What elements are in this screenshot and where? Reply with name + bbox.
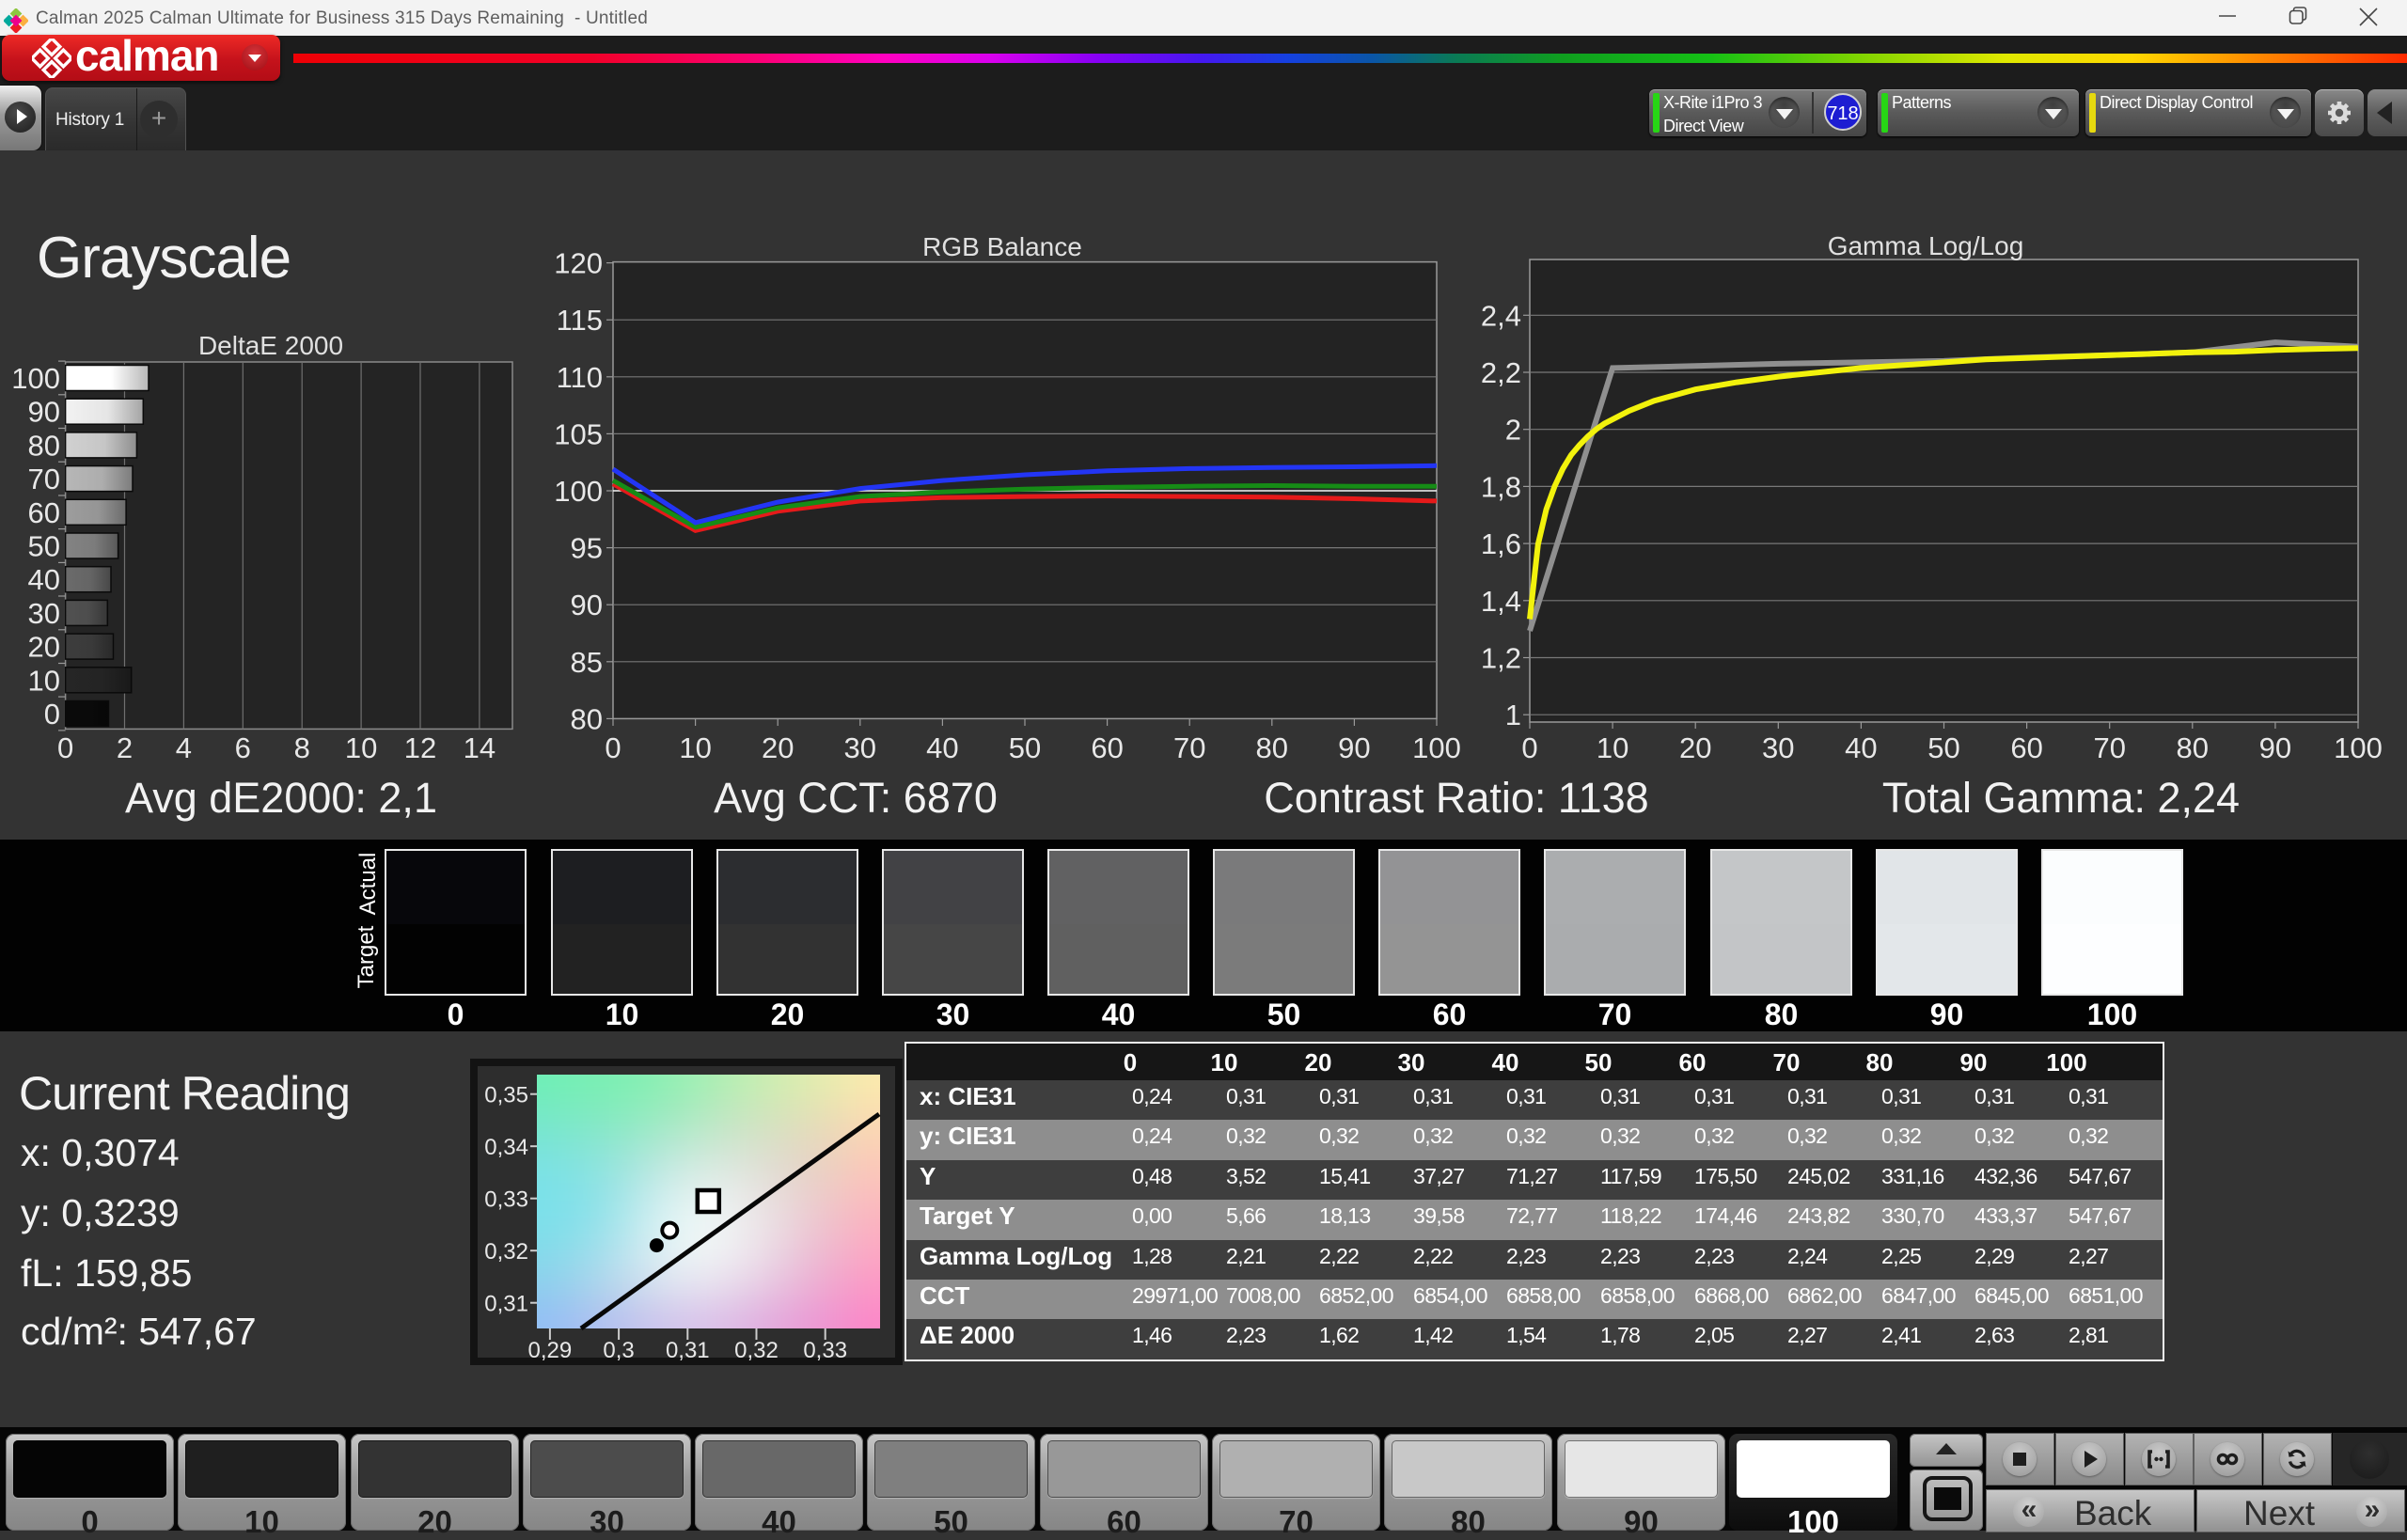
svg-text:0,32: 0,32	[734, 1338, 779, 1363]
svg-text:90: 90	[2259, 731, 2291, 764]
svg-text:40: 40	[926, 731, 958, 764]
svg-text:20: 20	[1679, 731, 1711, 764]
svg-text:2,2: 2,2	[1481, 356, 1521, 389]
svg-text:8: 8	[294, 731, 310, 764]
svg-text:80: 80	[571, 702, 603, 735]
svg-text:0,35: 0,35	[484, 1083, 528, 1108]
svg-text:115: 115	[557, 304, 603, 337]
svg-text:1: 1	[1505, 699, 1521, 731]
svg-text:0: 0	[605, 731, 621, 764]
svg-text:70: 70	[28, 463, 60, 495]
svg-text:80: 80	[28, 429, 60, 462]
svg-text:50: 50	[28, 530, 60, 563]
svg-text:40: 40	[1845, 731, 1877, 764]
svg-text:Gamma Log/Log: Gamma Log/Log	[1828, 231, 2024, 260]
svg-text:100: 100	[1412, 731, 1461, 764]
svg-text:85: 85	[571, 646, 603, 679]
svg-text:1,2: 1,2	[1481, 642, 1521, 675]
svg-text:DeltaE 2000: DeltaE 2000	[198, 331, 343, 360]
svg-text:90: 90	[28, 396, 60, 429]
svg-text:90: 90	[1338, 731, 1370, 764]
svg-text:50: 50	[1927, 731, 1959, 764]
svg-text:0: 0	[57, 731, 73, 764]
svg-text:6: 6	[235, 731, 251, 764]
svg-text:60: 60	[1091, 731, 1123, 764]
svg-text:4: 4	[176, 731, 192, 764]
svg-text:10: 10	[345, 731, 377, 764]
svg-text:0,34: 0,34	[484, 1135, 528, 1160]
svg-text:10: 10	[679, 731, 711, 764]
svg-text:0: 0	[1521, 731, 1537, 764]
svg-text:2: 2	[117, 731, 133, 764]
svg-text:100: 100	[554, 475, 603, 508]
svg-text:110: 110	[557, 361, 603, 394]
svg-text:60: 60	[28, 496, 60, 529]
svg-text:30: 30	[1762, 731, 1794, 764]
svg-text:120: 120	[554, 247, 603, 280]
svg-text:30: 30	[28, 597, 60, 630]
svg-text:70: 70	[1173, 731, 1205, 764]
svg-text:105: 105	[554, 417, 603, 450]
svg-text:70: 70	[2093, 731, 2125, 764]
svg-text:0,33: 0,33	[803, 1338, 847, 1363]
svg-text:1,8: 1,8	[1481, 470, 1521, 503]
svg-text:0,29: 0,29	[528, 1338, 573, 1363]
svg-text:100: 100	[11, 362, 60, 395]
svg-text:80: 80	[2177, 731, 2209, 764]
svg-text:2,4: 2,4	[1481, 299, 1521, 332]
svg-text:RGB Balance: RGB Balance	[922, 232, 1082, 261]
svg-text:10: 10	[1597, 731, 1628, 764]
svg-text:0,31: 0,31	[666, 1338, 710, 1363]
svg-text:1,4: 1,4	[1481, 585, 1521, 618]
svg-text:10: 10	[28, 664, 60, 697]
svg-text:100: 100	[2334, 731, 2383, 764]
svg-text:0,31: 0,31	[484, 1292, 528, 1317]
svg-text:95: 95	[571, 532, 603, 565]
svg-text:0,3: 0,3	[603, 1338, 634, 1363]
svg-text:1,6: 1,6	[1481, 527, 1521, 560]
svg-text:80: 80	[1256, 731, 1288, 764]
svg-text:0,33: 0,33	[484, 1187, 528, 1213]
svg-text:60: 60	[2010, 731, 2042, 764]
svg-text:40: 40	[28, 563, 60, 596]
svg-text:0,32: 0,32	[484, 1239, 528, 1265]
svg-text:50: 50	[1009, 731, 1041, 764]
svg-text:20: 20	[28, 631, 60, 664]
svg-text:90: 90	[571, 589, 603, 621]
svg-text:12: 12	[404, 731, 436, 764]
svg-text:14: 14	[464, 731, 496, 764]
svg-text:2: 2	[1505, 414, 1521, 447]
svg-text:30: 30	[844, 731, 876, 764]
svg-text:0: 0	[44, 698, 60, 731]
svg-text:20: 20	[762, 731, 794, 764]
